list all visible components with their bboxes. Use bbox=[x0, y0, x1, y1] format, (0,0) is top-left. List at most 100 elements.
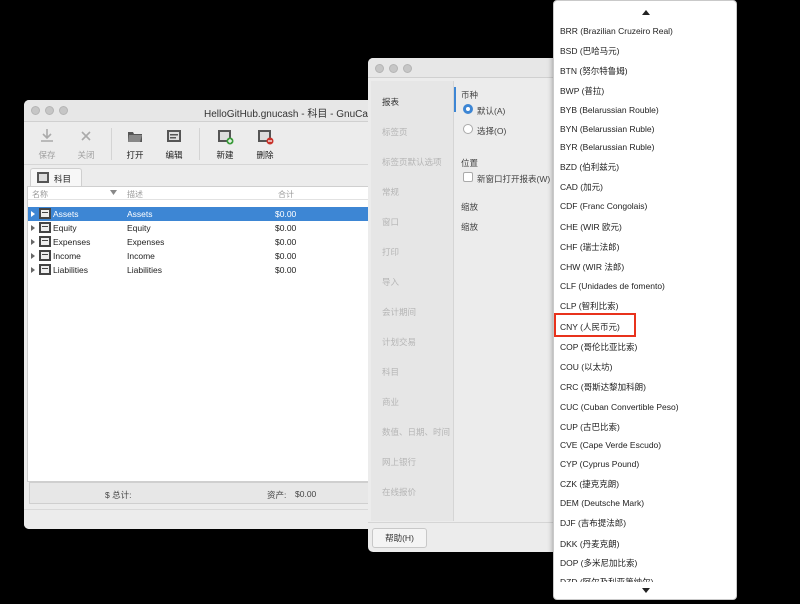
account-icon bbox=[39, 250, 51, 261]
account-row[interactable]: Income Income $0.00 bbox=[28, 249, 369, 263]
close-window-button[interactable] bbox=[31, 106, 40, 115]
currency-option[interactable]: CDF (Franc Congolais) bbox=[560, 201, 647, 211]
prefs-close-window-button[interactable] bbox=[375, 64, 384, 73]
column-total-header[interactable]: 合计 bbox=[278, 189, 294, 200]
currency-option[interactable]: CHW (WIR 法郎) bbox=[560, 261, 624, 273]
currency-option[interactable]: CYP (Cyprus Pound) bbox=[560, 459, 639, 469]
new-window-checkbox-label[interactable]: 新窗口打开报表(W) bbox=[477, 173, 550, 185]
position-heading: 位置 bbox=[461, 158, 479, 168]
preferences-window: 报表 标签页 标签页默认选项 常规 窗口 打印 导入 会计期间 计划交易 科目 … bbox=[368, 58, 568, 552]
column-name-header[interactable]: 名称 bbox=[32, 189, 48, 200]
zoom-label: 缩放 bbox=[461, 222, 479, 232]
column-description-header[interactable]: 描述 bbox=[127, 189, 143, 200]
expand-arrow-icon[interactable] bbox=[31, 225, 35, 231]
radio-choose-currency[interactable] bbox=[463, 124, 473, 134]
sidebar-item-tab-defaults[interactable]: 标签页默认选项 bbox=[382, 156, 442, 168]
account-icon bbox=[39, 264, 51, 275]
accounts-tree: 名称 描述 合计 Assets Assets $0.00 Equity Equi… bbox=[27, 186, 370, 482]
currency-option[interactable]: BYN (Belarussian Ruble) bbox=[560, 124, 654, 134]
edit-button[interactable]: 编辑 bbox=[156, 127, 192, 161]
currency-option[interactable]: CVE (Cape Verde Escudo) bbox=[560, 440, 661, 450]
currency-option[interactable]: CUP (古巴比索) bbox=[560, 421, 620, 433]
scroll-down-arrow-icon[interactable] bbox=[642, 588, 650, 593]
currency-option[interactable]: CAD (加元) bbox=[560, 181, 603, 193]
currency-dropdown-list: BRR (Brazilian Cruzeiro Real) BSD (巴哈马元)… bbox=[553, 0, 737, 600]
zoom-window-button[interactable] bbox=[59, 106, 68, 115]
expand-arrow-icon[interactable] bbox=[31, 267, 35, 273]
sort-arrow-icon bbox=[110, 190, 117, 195]
sidebar-item-online-quotes[interactable]: 在线报价 bbox=[382, 486, 416, 498]
currency-option[interactable]: CRC (哥斯达黎加科朗) bbox=[560, 381, 646, 393]
currency-heading: 币种 bbox=[461, 90, 479, 100]
currency-option[interactable]: DEM (Deutsche Mark) bbox=[560, 498, 644, 508]
delete-account-button[interactable]: 删除 bbox=[247, 127, 283, 161]
currency-option[interactable]: BSD (巴哈马元) bbox=[560, 45, 620, 57]
expand-arrow-icon[interactable] bbox=[31, 211, 35, 217]
expand-arrow-icon[interactable] bbox=[31, 253, 35, 259]
currency-option[interactable]: COU (以太坊) bbox=[560, 361, 612, 373]
tree-header: 名称 描述 合计 bbox=[28, 187, 369, 200]
sidebar-item-online-banking[interactable]: 网上银行 bbox=[382, 456, 416, 468]
currency-option[interactable]: CHE (WIR 欧元) bbox=[560, 221, 622, 233]
currency-option[interactable]: CHF (瑞士法郎) bbox=[560, 241, 620, 253]
currency-option[interactable]: DJF (吉布提法郎) bbox=[560, 517, 626, 529]
window-title: HelloGitHub.gnucash - 科目 - GnuCash bbox=[204, 109, 376, 120]
save-button[interactable]: 保存 bbox=[29, 127, 65, 161]
main-titlebar[interactable]: HelloGitHub.gnucash - 科目 - GnuCash bbox=[24, 100, 376, 122]
prefs-zoom-window-button[interactable] bbox=[403, 64, 412, 73]
edit-icon bbox=[167, 130, 181, 142]
sidebar-item-printing[interactable]: 打印 bbox=[382, 246, 399, 258]
prefs-titlebar[interactable] bbox=[368, 58, 568, 78]
currency-option[interactable]: CLF (Unidades de fomento) bbox=[560, 281, 665, 291]
sidebar-item-tabs[interactable]: 标签页 bbox=[382, 126, 408, 138]
currency-option[interactable]: DOP (多米尼加比索) bbox=[560, 557, 637, 569]
close-button[interactable]: 关闭 bbox=[68, 127, 104, 161]
gnucash-main-window: HelloGitHub.gnucash - 科目 - GnuCash 保存 关闭… bbox=[24, 100, 376, 529]
radio-choose-label[interactable]: 选择(O) bbox=[477, 125, 506, 137]
currency-option[interactable]: BTN (努尔特鲁姆) bbox=[560, 65, 628, 77]
currency-option[interactable]: BRR (Brazilian Cruzeiro Real) bbox=[560, 26, 673, 36]
save-icon bbox=[41, 129, 53, 142]
sidebar-item-general[interactable]: 常规 bbox=[382, 186, 399, 198]
currency-option[interactable]: BYR (Belarussian Ruble) bbox=[560, 142, 654, 152]
scroll-up-arrow-icon[interactable] bbox=[642, 10, 650, 15]
status-bar bbox=[24, 509, 376, 529]
currency-option[interactable]: BZD (伯利兹元) bbox=[560, 161, 619, 173]
expand-arrow-icon[interactable] bbox=[31, 239, 35, 245]
minimize-window-button[interactable] bbox=[45, 106, 54, 115]
new-account-button[interactable]: 新建 bbox=[207, 127, 243, 161]
open-button[interactable]: 打开 bbox=[117, 127, 153, 161]
help-button[interactable]: 帮助(H) bbox=[372, 528, 427, 548]
sidebar-item-reports[interactable]: 报表 bbox=[382, 96, 399, 108]
account-icon bbox=[39, 236, 51, 247]
currency-option[interactable]: DKK (丹麦克朗) bbox=[560, 538, 620, 550]
sidebar-item-business[interactable]: 商业 bbox=[382, 396, 399, 408]
currency-option[interactable]: BWP (普拉) bbox=[560, 85, 604, 97]
currency-option[interactable]: BYB (Belarussian Rouble) bbox=[560, 105, 659, 115]
radio-default-label[interactable]: 默认(A) bbox=[477, 105, 505, 117]
new-window-checkbox[interactable] bbox=[463, 172, 473, 182]
highlight-annotation-box bbox=[554, 313, 636, 337]
currency-option[interactable]: CLP (智利比索) bbox=[560, 300, 618, 312]
sidebar-item-numbers-dates-times[interactable]: 数值、日期、时间 bbox=[382, 426, 450, 438]
active-sidebar-indicator bbox=[454, 87, 456, 112]
tab-accounts[interactable]: 科目 bbox=[30, 168, 82, 186]
summary-assets-value: $0.00 bbox=[295, 489, 317, 499]
currency-option[interactable]: CUC (Cuban Convertible Peso) bbox=[560, 402, 679, 412]
sidebar-item-accounting-period[interactable]: 会计期间 bbox=[382, 306, 416, 318]
prefs-minimize-window-button[interactable] bbox=[389, 64, 398, 73]
currency-option[interactable]: COP (哥伦比亚比索) bbox=[560, 341, 637, 353]
account-row[interactable]: Liabilities Liabilities $0.00 bbox=[28, 263, 369, 277]
sidebar-item-scheduled-transactions[interactable]: 计划交易 bbox=[382, 336, 416, 348]
currency-option[interactable]: DZD (阿尔及利亚第纳尔) bbox=[560, 576, 654, 582]
account-row[interactable]: Assets Assets $0.00 bbox=[28, 207, 369, 221]
radio-default-currency[interactable] bbox=[463, 104, 473, 114]
sidebar-item-accounts[interactable]: 科目 bbox=[382, 366, 399, 378]
open-folder-icon bbox=[128, 132, 142, 142]
currency-option[interactable]: CZK (捷克克朗) bbox=[560, 478, 619, 490]
toolbar: 保存 关闭 打开 编辑 新建 删除 bbox=[24, 123, 376, 165]
sidebar-item-import[interactable]: 导入 bbox=[382, 276, 399, 288]
sidebar-item-windows[interactable]: 窗口 bbox=[382, 216, 399, 228]
account-row[interactable]: Expenses Expenses $0.00 bbox=[28, 235, 369, 249]
account-row[interactable]: Equity Equity $0.00 bbox=[28, 221, 369, 235]
